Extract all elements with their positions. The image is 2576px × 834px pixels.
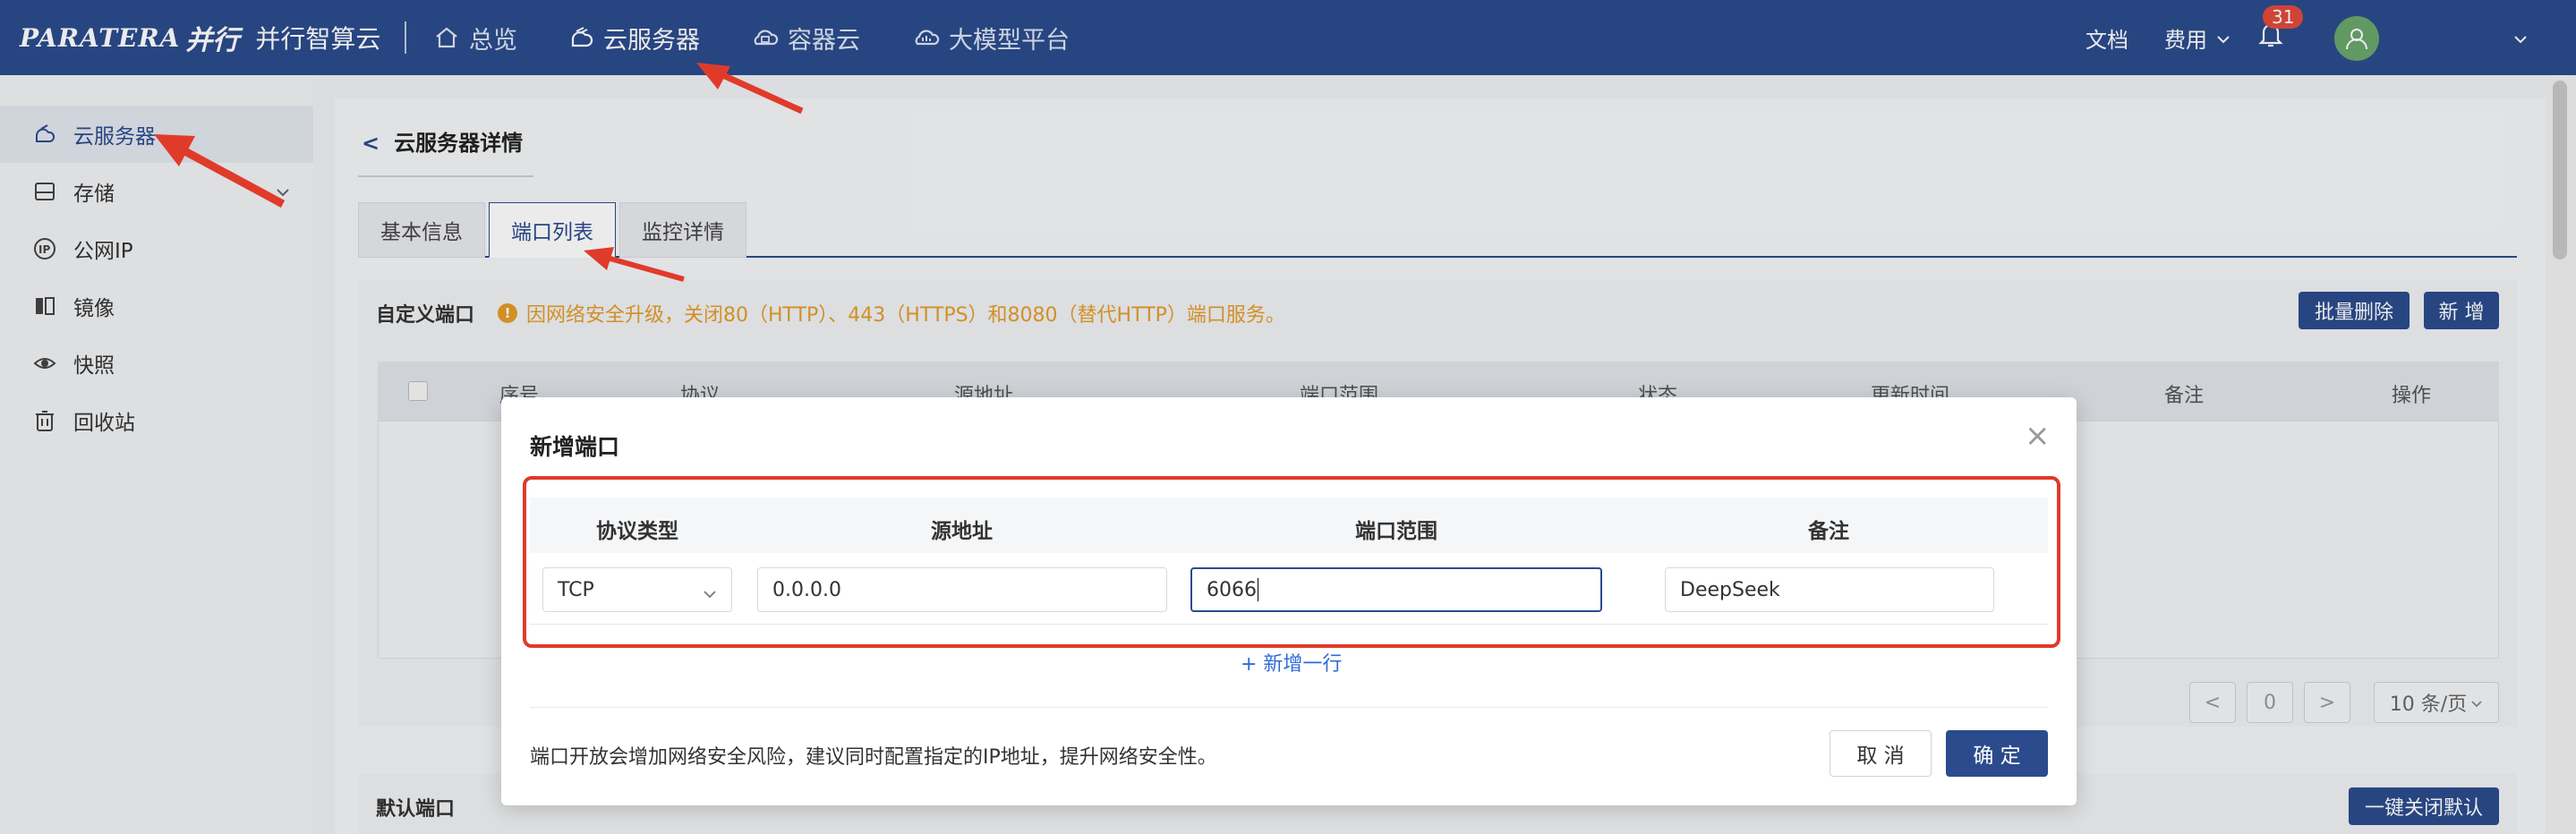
annotation-arrow-icon	[584, 247, 685, 282]
annotation-arrow-icon	[696, 63, 804, 115]
annotation-arrows	[154, 63, 804, 282]
annotation-arrow-icon	[154, 134, 286, 208]
